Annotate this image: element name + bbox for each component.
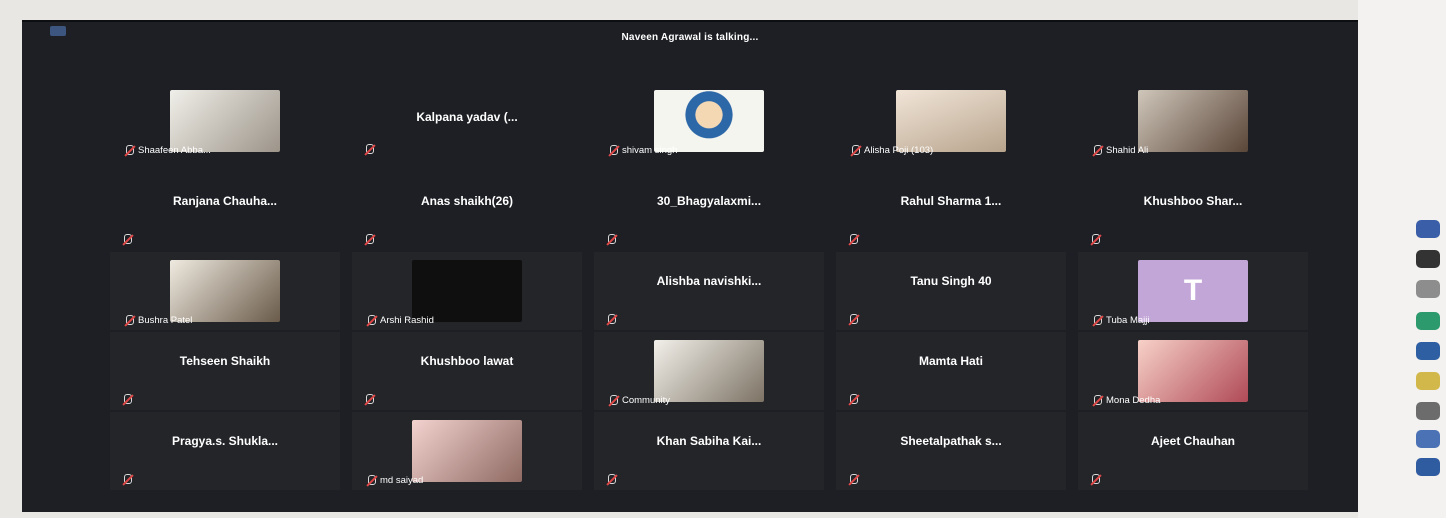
participant-tile[interactable]: Khushboo lawat — [352, 332, 582, 410]
mic-muted-icon — [122, 234, 132, 244]
mic-muted-icon — [608, 145, 618, 155]
participant-initial-avatar: T — [1138, 260, 1248, 322]
participant-tile[interactable]: Arshi Rashid — [352, 252, 582, 330]
participant-video — [1138, 340, 1248, 402]
mic-muted-icon — [364, 394, 374, 404]
participant-tile[interactable]: Kalpana yadav (... — [352, 82, 582, 160]
participant-name: 30_Bhagyalaxmi... — [656, 194, 762, 208]
mic-muted-icon — [606, 314, 616, 324]
mic-muted-icon — [366, 315, 376, 325]
mic-muted-icon — [848, 314, 858, 324]
mic-muted-icon — [606, 474, 616, 484]
mic-muted-icon — [1092, 315, 1102, 325]
participant-name: Khan Sabiha Kai... — [656, 434, 762, 448]
mic-muted-icon — [608, 395, 618, 405]
participant-tile[interactable]: shivam singh — [594, 82, 824, 160]
participant-video — [654, 90, 764, 152]
participant-name: md saiyad — [380, 475, 424, 486]
mic-muted-icon — [366, 475, 376, 485]
participant-name: Mamta Hati — [918, 354, 983, 368]
participant-tile[interactable]: Sheetalpathak s... — [836, 412, 1066, 490]
participant-tile[interactable]: Rahul Sharma 1... — [836, 172, 1066, 250]
participant-tile[interactable]: Bushra Patel — [110, 252, 340, 330]
participant-name: Shaafeen Abba... — [138, 145, 211, 156]
mic-muted-icon — [606, 234, 616, 244]
app-icon[interactable] — [1416, 430, 1440, 448]
participant-name: Bushra Patel — [138, 315, 193, 326]
participant-tile[interactable]: Mona Dedha — [1078, 332, 1308, 410]
participant-tile[interactable]: Tanu Singh 40 — [836, 252, 1066, 330]
participant-name: Arshi Rashid — [380, 315, 434, 326]
participant-name: Rahul Sharma 1... — [900, 194, 1002, 208]
mic-muted-icon — [850, 145, 860, 155]
active-speaker-indicator: Naveen Agrawal is talking... — [621, 32, 759, 43]
desktop-side-panel — [1358, 0, 1446, 518]
app-icon[interactable] — [1416, 458, 1440, 476]
participant-name: Ranjana Chauha... — [172, 194, 278, 208]
mic-muted-icon — [1090, 474, 1100, 484]
app-icon[interactable] — [1416, 250, 1440, 268]
mic-muted-icon — [122, 394, 132, 404]
participant-video — [170, 260, 280, 322]
mic-muted-icon — [1092, 145, 1102, 155]
participant-name: Kalpana yadav (... — [416, 110, 518, 124]
mic-muted-icon — [848, 394, 858, 404]
participant-name: Khushboo lawat — [420, 354, 514, 368]
mic-muted-icon — [364, 144, 374, 154]
participant-video — [170, 90, 280, 152]
app-icon[interactable] — [1416, 312, 1440, 330]
participant-name: shivam singh — [622, 145, 678, 156]
participant-video — [412, 260, 522, 322]
participant-name: Khushboo Shar... — [1143, 194, 1243, 208]
app-icon[interactable] — [1416, 220, 1440, 238]
participant-tile[interactable]: Mamta Hati — [836, 332, 1066, 410]
participant-tile[interactable]: Alishba navishki... — [594, 252, 824, 330]
participant-initial: T — [1183, 274, 1203, 307]
participant-video — [654, 340, 764, 402]
participant-video — [1138, 90, 1248, 152]
participant-name: Alisha Poji (103) — [864, 145, 934, 156]
mic-muted-icon — [848, 234, 858, 244]
participant-tile[interactable]: Tehseen Shaikh — [110, 332, 340, 410]
participant-name: Pragya.s. Shukla... — [171, 434, 279, 448]
app-icon[interactable] — [1416, 342, 1440, 360]
participant-name: Sheetalpathak s... — [900, 434, 1002, 448]
participant-tile[interactable]: Khan Sabiha Kai... — [594, 412, 824, 490]
app-icon[interactable] — [1416, 402, 1440, 420]
mic-muted-icon — [122, 474, 132, 484]
mic-muted-icon — [364, 234, 374, 244]
app-icon[interactable] — [1416, 372, 1440, 390]
participant-tile[interactable]: Anas shaikh(26) — [352, 172, 582, 250]
participant-name: Tuba Majji — [1106, 315, 1150, 326]
participant-video — [412, 420, 522, 482]
participant-tile[interactable]: Ranjana Chauha... — [110, 172, 340, 250]
participant-name: Ajeet Chauhan — [1150, 434, 1235, 448]
participant-tile[interactable]: Shaafeen Abba... — [110, 82, 340, 160]
participant-tile[interactable]: Khushboo Shar... — [1078, 172, 1308, 250]
participant-name: Mona Dedha — [1106, 395, 1161, 406]
mic-muted-icon — [1092, 395, 1102, 405]
mic-muted-icon — [124, 315, 134, 325]
app-icon[interactable] — [1416, 280, 1440, 298]
participant-tile[interactable]: Shahid Ali — [1078, 82, 1308, 160]
mic-muted-icon — [1090, 234, 1100, 244]
participant-tile[interactable]: Alisha Poji (103) — [836, 82, 1066, 160]
participant-name: Tehseen Shaikh — [179, 354, 271, 368]
meeting-window: Naveen Agrawal is talking... Shaafeen Ab… — [22, 20, 1358, 512]
participant-tile[interactable]: Ajeet Chauhan — [1078, 412, 1308, 490]
participant-name: Alishba navishki... — [656, 274, 762, 288]
participant-name: Shahid Ali — [1106, 145, 1149, 156]
participant-tile[interactable]: Pragya.s. Shukla... — [110, 412, 340, 490]
participant-video — [896, 90, 1006, 152]
participant-tile[interactable]: Community — [594, 332, 824, 410]
mic-muted-icon — [124, 145, 134, 155]
mic-muted-icon — [848, 474, 858, 484]
participant-tile[interactable]: T Tuba Majji — [1078, 252, 1308, 330]
participant-name: Anas shaikh(26) — [420, 194, 514, 208]
participant-tile[interactable]: md saiyad — [352, 412, 582, 490]
participant-name: Community — [622, 395, 671, 406]
participant-tile[interactable]: 30_Bhagyalaxmi... — [594, 172, 824, 250]
participant-name: Tanu Singh 40 — [910, 274, 992, 288]
